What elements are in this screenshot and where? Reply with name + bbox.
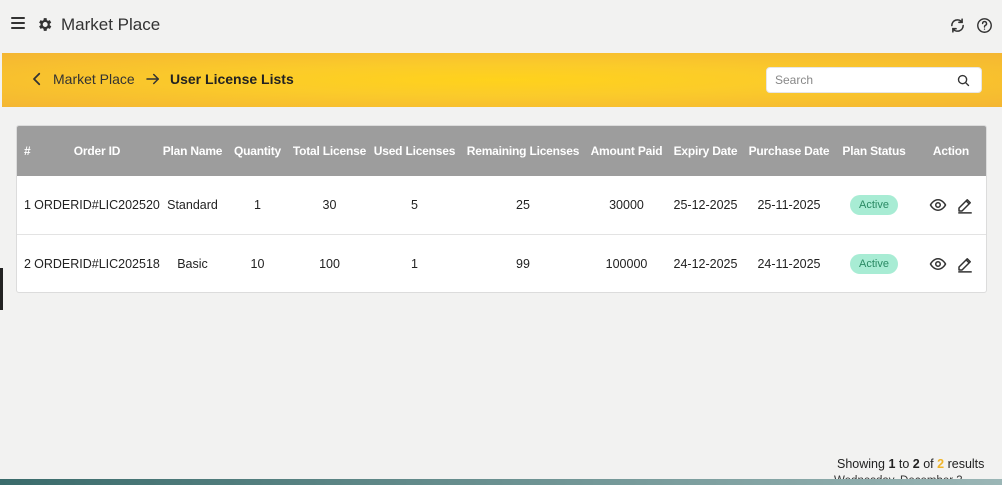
pagination-summary: Showing 1 to 2 of 2 results xyxy=(837,457,984,471)
plan-status-cell: Active xyxy=(834,176,914,235)
purchase-date-cell: 24-11-2025 xyxy=(757,257,821,271)
total-license-cell: 30 xyxy=(322,198,337,212)
window-edge xyxy=(0,268,3,310)
order-id-cell: ORDERID#LIC202520 xyxy=(34,198,160,212)
refresh-icon[interactable] xyxy=(949,17,966,34)
results-suffix: results xyxy=(947,457,985,471)
column-header-quantity: Quantity xyxy=(233,144,282,158)
amount-paid-cell: 30000 xyxy=(609,198,644,212)
amount-paid-cell: 100000 xyxy=(605,257,648,271)
status-badge: Active xyxy=(850,254,898,274)
arrow-right-icon xyxy=(146,73,159,85)
column-header-action: Action xyxy=(932,144,970,158)
table-row: 2 ORDERID#LIC202518 Basic 10 100 1 99 10… xyxy=(17,235,986,293)
page-title: User License Lists xyxy=(170,71,294,87)
chevron-left-icon[interactable] xyxy=(28,70,46,88)
edit-icon[interactable] xyxy=(956,255,974,273)
column-header-used-licenses: Used Licenses xyxy=(373,144,456,158)
column-header-plan-name: Plan Name xyxy=(162,144,223,158)
quantity-cell: 1 xyxy=(254,198,261,212)
table-header-row: # Order ID Plan Name Quantity Total Lice… xyxy=(17,126,986,176)
results-prefix: Showing xyxy=(837,457,885,471)
remaining-licenses-cell: 99 xyxy=(516,257,530,271)
gear-icon xyxy=(39,18,52,31)
breadcrumb-market-place[interactable]: Market Place xyxy=(53,71,135,87)
eye-icon[interactable] xyxy=(929,196,947,214)
taskbar-strip xyxy=(0,479,1002,485)
results-from: 1 xyxy=(888,457,896,471)
eye-icon[interactable] xyxy=(929,255,947,273)
top-bar: Market Place xyxy=(0,0,1002,52)
search-box xyxy=(766,67,982,93)
results-to-word: to xyxy=(898,457,910,471)
row-number: 1 xyxy=(24,198,31,212)
column-header-remaining-licenses: Remaining Licenses xyxy=(466,144,580,158)
results-total: 2 xyxy=(937,457,945,471)
edit-icon[interactable] xyxy=(956,196,974,214)
plan-status-cell: Active xyxy=(834,235,914,293)
column-header-total-license: Total License xyxy=(292,144,367,158)
results-to: 2 xyxy=(912,457,920,471)
order-id-cell: ORDERID#LIC202518 xyxy=(34,257,160,271)
menu-icon[interactable] xyxy=(11,17,25,31)
total-license-cell: 100 xyxy=(319,257,340,271)
status-badge: Active xyxy=(850,195,898,215)
column-header-expiry-date: Expiry Date xyxy=(673,144,738,158)
purchase-date-cell: 25-11-2025 xyxy=(757,198,821,212)
row-number: 2 xyxy=(24,257,31,271)
action-cell xyxy=(914,235,986,293)
used-licenses-cell: 1 xyxy=(411,257,418,271)
app-title: Market Place xyxy=(61,15,161,34)
quantity-cell: 10 xyxy=(250,257,265,271)
column-header-amount-paid: Amount Paid xyxy=(590,144,663,158)
plan-name-cell: Basic xyxy=(177,257,208,271)
remaining-licenses-cell: 25 xyxy=(516,198,530,212)
used-licenses-cell: 5 xyxy=(411,198,418,212)
action-cell xyxy=(914,176,986,235)
results-of-word: of xyxy=(923,457,934,471)
page-header-banner: Market Place User License Lists xyxy=(2,53,1002,107)
column-header-purchase-date: Purchase Date xyxy=(748,144,830,158)
search-icon[interactable] xyxy=(956,73,971,88)
table-row: 1 ORDERID#LIC202520 Standard 1 30 5 25 3… xyxy=(17,176,986,235)
column-header-plan-status: Plan Status xyxy=(842,144,906,158)
column-header-num: # xyxy=(24,144,31,158)
expiry-date-cell: 24-12-2025 xyxy=(673,257,738,271)
expiry-date-cell: 25-12-2025 xyxy=(673,198,738,212)
search-input[interactable] xyxy=(775,73,945,87)
license-table-card: # Order ID Plan Name Quantity Total Lice… xyxy=(16,125,987,293)
column-header-order-id: Order ID xyxy=(73,144,121,158)
plan-name-cell: Standard xyxy=(167,198,218,212)
license-table: # Order ID Plan Name Quantity Total Lice… xyxy=(17,126,986,293)
help-icon[interactable] xyxy=(976,17,993,34)
